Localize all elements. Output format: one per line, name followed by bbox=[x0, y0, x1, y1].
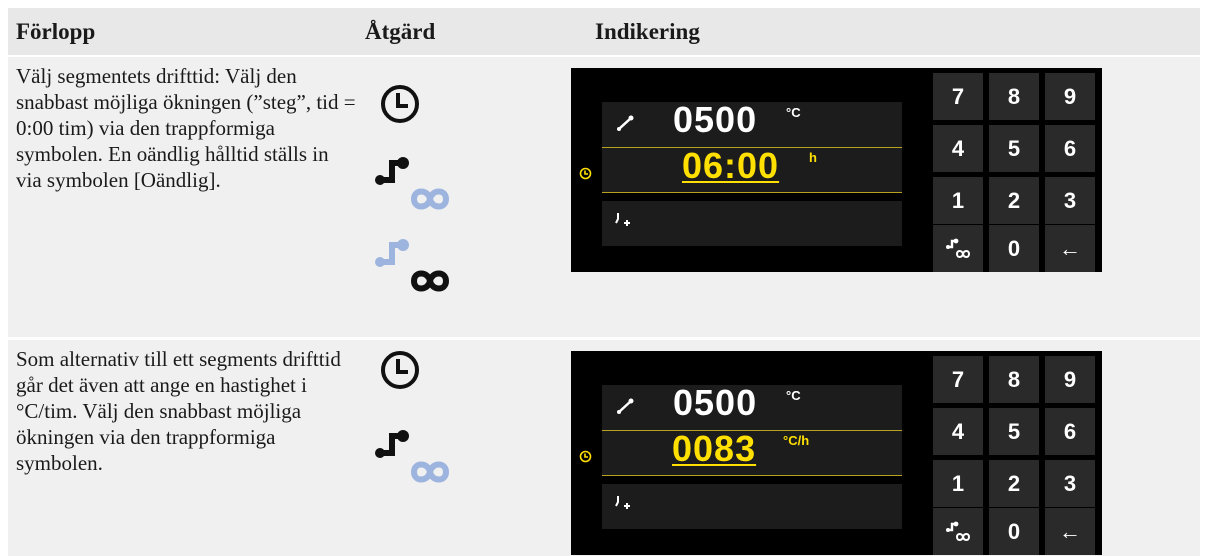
header-indikering: Indikering bbox=[595, 19, 700, 44]
infinity-step-icon bbox=[375, 239, 450, 292]
key-2[interactable]: 2 bbox=[989, 177, 1039, 224]
header-forlopp: Förlopp bbox=[16, 19, 96, 44]
clock-icon bbox=[381, 85, 419, 123]
row-description: Som alternativ till ett segments driftti… bbox=[16, 347, 341, 475]
key-7[interactable]: 7 bbox=[933, 73, 983, 120]
time-unit: h bbox=[809, 150, 817, 165]
time-value: 06:00 bbox=[682, 145, 780, 186]
add-segment-panel[interactable] bbox=[602, 484, 902, 529]
key-8[interactable]: 8 bbox=[989, 356, 1039, 403]
temperature-unit: °C bbox=[786, 105, 801, 120]
controller-display: 0500 °C 0083 °C/h 7 8 9 4 5 6 1 2 3 0 ← bbox=[571, 351, 1102, 555]
table-row: Välj segmentets drifttid: Välj den snabb… bbox=[8, 57, 1200, 337]
key-6[interactable]: 6 bbox=[1045, 408, 1095, 455]
temperature-panel[interactable]: 0500 °C bbox=[602, 99, 902, 148]
clock-icon bbox=[579, 167, 592, 180]
step-infinity-icon bbox=[375, 157, 450, 210]
rate-panel[interactable]: 0083 °C/h bbox=[602, 428, 902, 476]
clock-icon bbox=[579, 450, 592, 463]
time-panel[interactable]: 06:00 h bbox=[602, 145, 902, 193]
key-8[interactable]: 8 bbox=[989, 73, 1039, 120]
rate-value: 0083 bbox=[672, 428, 757, 469]
step-infinity-icon bbox=[375, 430, 450, 483]
temperature-unit: °C bbox=[786, 388, 801, 403]
add-segment-icon bbox=[615, 213, 630, 226]
temperature-panel[interactable]: 0500 °C bbox=[602, 382, 902, 431]
header-atgard: Åtgärd bbox=[365, 19, 436, 44]
key-3[interactable]: 3 bbox=[1045, 177, 1095, 224]
key-6[interactable]: 6 bbox=[1045, 125, 1095, 172]
key-9[interactable]: 9 bbox=[1045, 356, 1095, 403]
key-4[interactable]: 4 bbox=[933, 408, 983, 455]
key-1[interactable]: 1 bbox=[933, 460, 983, 507]
key-3[interactable]: 3 bbox=[1045, 460, 1095, 507]
key-0[interactable]: 0 bbox=[989, 508, 1039, 555]
clock-icon bbox=[381, 351, 419, 389]
key-step-infinity[interactable] bbox=[933, 225, 983, 272]
controller-display: 0500 °C 06:00 h 7 8 9 4 5 6 1 2 3 0 ← bbox=[571, 68, 1102, 272]
rate-unit: °C/h bbox=[783, 433, 810, 448]
backspace-key[interactable]: ← bbox=[1045, 225, 1095, 272]
keypad: 7 8 9 4 5 6 1 2 3 0 ← bbox=[933, 68, 1102, 272]
key-2[interactable]: 2 bbox=[989, 460, 1039, 507]
temperature-value: 0500 bbox=[673, 382, 758, 423]
key-9[interactable]: 9 bbox=[1045, 73, 1095, 120]
row-description: Välj segmentets drifttid: Välj den snabb… bbox=[16, 64, 356, 192]
key-5[interactable]: 5 bbox=[989, 408, 1039, 455]
add-segment-panel[interactable] bbox=[602, 201, 902, 246]
add-segment-icon bbox=[615, 496, 630, 509]
table-row: Som alternativ till ett segments driftti… bbox=[8, 340, 1200, 556]
table-header: Förlopp Åtgärd Indikering bbox=[8, 8, 1200, 55]
ramp-icon bbox=[617, 398, 634, 414]
step-infinity-icon bbox=[946, 521, 971, 541]
backspace-key[interactable]: ← bbox=[1045, 508, 1095, 555]
key-4[interactable]: 4 bbox=[933, 125, 983, 172]
key-0[interactable]: 0 bbox=[989, 225, 1039, 272]
temperature-value: 0500 bbox=[673, 99, 758, 140]
step-infinity-icon bbox=[946, 238, 971, 258]
key-1[interactable]: 1 bbox=[933, 177, 983, 224]
ramp-icon bbox=[617, 115, 634, 131]
keypad: 7 8 9 4 5 6 1 2 3 0 ← bbox=[933, 351, 1102, 555]
key-5[interactable]: 5 bbox=[989, 125, 1039, 172]
key-7[interactable]: 7 bbox=[933, 356, 983, 403]
key-step-infinity[interactable] bbox=[933, 508, 983, 555]
